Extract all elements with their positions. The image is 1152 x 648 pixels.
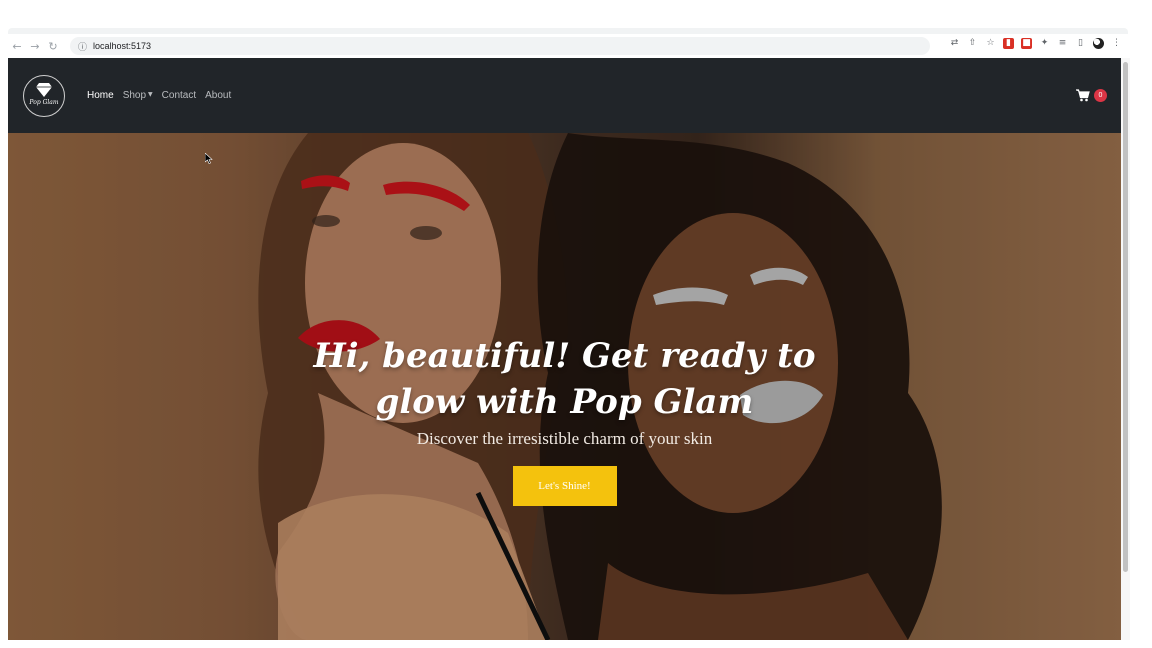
nav-link-contact[interactable]: Contact bbox=[162, 90, 196, 101]
cart-icon bbox=[1076, 89, 1090, 102]
back-arrow-icon[interactable]: ← bbox=[8, 40, 26, 53]
logo-text: Pop Glam bbox=[29, 98, 59, 106]
nav-link-shop[interactable]: Shop ▼ bbox=[123, 90, 153, 101]
caret-down-icon: ▼ bbox=[148, 91, 153, 98]
hero-content: Hi, beautiful! Get ready to glow with Po… bbox=[8, 333, 1121, 506]
mouse-pointer-icon bbox=[205, 153, 213, 164]
cart-count-badge: 0 bbox=[1094, 89, 1107, 102]
navbar: Pop Glam Home Shop ▼ Contact About 0 bbox=[8, 58, 1121, 133]
star-icon[interactable]: ☆ bbox=[985, 38, 996, 49]
page-scrollbar[interactable] bbox=[1121, 58, 1130, 640]
nav-link-shop-label: Shop bbox=[122, 90, 147, 101]
extension-red-square-icon[interactable]: ■ bbox=[1021, 38, 1032, 49]
cart-button[interactable]: 0 bbox=[1076, 89, 1107, 102]
profile-avatar-icon[interactable] bbox=[1093, 38, 1104, 49]
diamond-icon bbox=[36, 82, 52, 97]
browser-toolbar: ← → ↻ ⓘ localhost:5173 ⇄ ⇧ ☆ ▮ ■ ✦ ≡ ▯ ⋮ bbox=[8, 34, 1128, 58]
puzzle-icon[interactable]: ✦ bbox=[1039, 38, 1050, 49]
address-bar[interactable]: ⓘ localhost:5173 bbox=[70, 37, 930, 55]
extensions-area: ⇄ ⇧ ☆ ▮ ■ ✦ ≡ ▯ ⋮ bbox=[949, 38, 1122, 49]
reload-icon[interactable]: ↻ bbox=[44, 40, 62, 53]
nav-link-about[interactable]: About bbox=[205, 90, 231, 101]
brand-logo[interactable]: Pop Glam bbox=[23, 74, 65, 117]
hero-title: Hi, beautiful! Get ready to glow with Po… bbox=[313, 336, 816, 422]
hero-subtitle: Discover the irresistible charm of your … bbox=[416, 429, 713, 448]
share-icon[interactable]: ⇧ bbox=[967, 38, 978, 49]
forward-arrow-icon[interactable]: → bbox=[26, 40, 44, 53]
extension-red-icon[interactable]: ▮ bbox=[1003, 38, 1014, 49]
menu-dots-icon[interactable]: ⋮ bbox=[1111, 38, 1122, 49]
media-icon[interactable]: ≡ bbox=[1057, 38, 1068, 49]
url-text: localhost:5173 bbox=[93, 41, 152, 51]
site-info-icon[interactable]: ⓘ bbox=[78, 40, 87, 53]
scrollbar-thumb[interactable] bbox=[1123, 62, 1128, 572]
side-panel-icon[interactable]: ▯ bbox=[1075, 38, 1086, 49]
nav-link-home[interactable]: Home bbox=[87, 90, 114, 101]
lets-shine-button[interactable]: Let's Shine! bbox=[512, 466, 617, 506]
nav-links: Home Shop ▼ Contact About bbox=[87, 90, 231, 101]
hero-section: Hi, beautiful! Get ready to glow with Po… bbox=[8, 133, 1121, 640]
page-viewport: Pop Glam Home Shop ▼ Contact About 0 Hi,… bbox=[8, 58, 1121, 640]
translate-icon[interactable]: ⇄ bbox=[949, 38, 960, 49]
